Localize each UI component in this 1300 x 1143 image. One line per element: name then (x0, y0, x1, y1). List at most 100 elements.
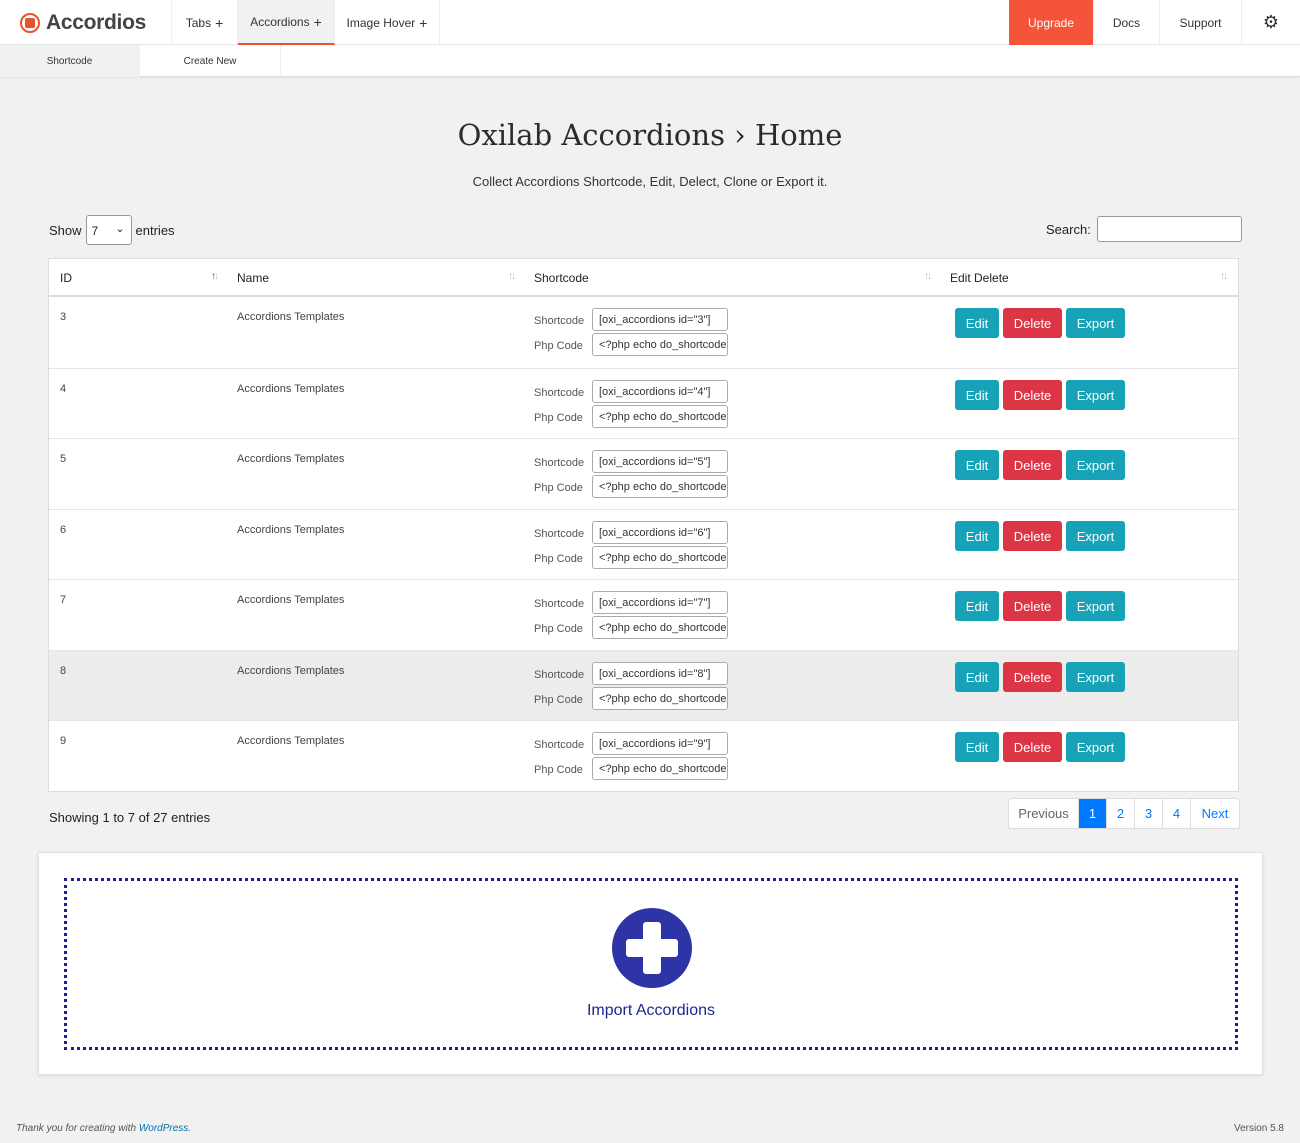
plus-icon: + (419, 14, 428, 31)
php-code-label: Php Code (534, 340, 583, 352)
php-code-field[interactable]: <?php echo do_shortcode (592, 687, 728, 710)
edit-button[interactable]: Edit (955, 450, 999, 480)
php-code-field[interactable]: <?php echo do_shortcode (592, 757, 728, 780)
pagination: Previous 1 2 3 4 Next (1008, 798, 1240, 829)
pagination-previous[interactable]: Previous (1009, 799, 1079, 828)
sort-icon[interactable]: ↑↓ (1220, 271, 1228, 282)
column-header-id[interactable]: ID (60, 259, 72, 297)
nav-image-hover-label: Image Hover (346, 15, 416, 30)
row-name: Accordions Templates (237, 311, 345, 323)
wordpress-link[interactable]: WordPress (139, 1123, 188, 1134)
table-row: 3 Accordions Templates Shortcode [oxi_ac… (49, 297, 1238, 368)
pagination-page-2[interactable]: 2 (1107, 799, 1135, 828)
table-row: 9 Accordions Templates Shortcode [oxi_ac… (49, 720, 1238, 791)
php-code-label: Php Code (534, 553, 583, 565)
delete-button[interactable]: Delete (1003, 380, 1062, 410)
page-title: Oxilab Accordions › Home (457, 118, 843, 152)
subnav-create-new[interactable]: Create New (140, 45, 281, 77)
export-button[interactable]: Export (1066, 450, 1125, 480)
plus-icon: + (313, 13, 322, 30)
edit-button[interactable]: Edit (955, 732, 999, 762)
page-size-select[interactable]: 7 ⌄ (85, 215, 132, 245)
php-code-field[interactable]: <?php echo do_shortcode (592, 546, 728, 569)
nav-image-hover[interactable]: Image Hover + (335, 0, 440, 45)
php-code-field[interactable]: <?php echo do_shortcode (592, 475, 728, 498)
php-code-label: Php Code (534, 694, 583, 706)
edit-button[interactable]: Edit (955, 591, 999, 621)
shortcode-field[interactable]: [oxi_accordions id="6"] (592, 521, 728, 544)
footer-period: . (188, 1123, 192, 1134)
row-id: 9 (60, 735, 67, 747)
table-row: 5 Accordions Templates Shortcode [oxi_ac… (49, 438, 1238, 509)
import-dropzone[interactable]: Import Accordions (64, 878, 1238, 1050)
subnav-shortcode[interactable]: Shortcode (0, 45, 140, 77)
column-header-shortcode[interactable]: Shortcode (534, 259, 589, 297)
gear-icon[interactable]: ⚙ (1242, 0, 1300, 45)
delete-button[interactable]: Delete (1003, 308, 1062, 338)
row-name: Accordions Templates (237, 665, 345, 677)
php-code-label: Php Code (534, 412, 583, 424)
upgrade-button[interactable]: Upgrade (1009, 0, 1094, 45)
edit-button[interactable]: Edit (955, 380, 999, 410)
table-row: 4 Accordions Templates Shortcode [oxi_ac… (49, 368, 1238, 438)
brand[interactable]: Accordios (0, 0, 172, 45)
php-code-label: Php Code (534, 623, 583, 635)
column-header-edit-delete[interactable]: Edit Delete (950, 259, 1009, 297)
page-subtitle: Collect Accordions Shortcode, Edit, Dele… (472, 174, 828, 189)
edit-button[interactable]: Edit (955, 662, 999, 692)
export-button[interactable]: Export (1066, 662, 1125, 692)
pagination-page-4[interactable]: 4 (1163, 799, 1191, 828)
shortcode-label: Shortcode (534, 528, 585, 540)
pagination-next[interactable]: Next (1191, 799, 1239, 828)
delete-button[interactable]: Delete (1003, 521, 1062, 551)
import-panel: Import Accordions (38, 852, 1263, 1075)
pagination-page-1[interactable]: 1 (1079, 799, 1107, 828)
shortcode-field[interactable]: [oxi_accordions id="7"] (592, 591, 728, 614)
column-header-name[interactable]: Name (237, 259, 269, 297)
nav-accordions[interactable]: Accordions + (238, 0, 335, 45)
shortcode-field[interactable]: [oxi_accordions id="5"] (592, 450, 728, 473)
pagination-page-3[interactable]: 3 (1135, 799, 1163, 828)
import-accordions-link[interactable]: Import Accordions (67, 1002, 1235, 1020)
export-button[interactable]: Export (1066, 732, 1125, 762)
shortcode-field[interactable]: [oxi_accordions id="8"] (592, 662, 728, 685)
export-button[interactable]: Export (1066, 308, 1125, 338)
delete-button[interactable]: Delete (1003, 732, 1062, 762)
php-code-field[interactable]: <?php echo do_shortcode (592, 616, 728, 639)
nav-tabs-label: Tabs (185, 15, 212, 30)
top-navbar: Accordios Tabs + Accordions + Image Hover +… (0, 0, 1300, 45)
sort-icon[interactable]: ↑↓ (924, 271, 932, 282)
edit-button[interactable]: Edit (955, 308, 999, 338)
shortcode-label: Shortcode (534, 739, 585, 751)
nav-tabs[interactable]: Tabs + (172, 0, 238, 45)
delete-button[interactable]: Delete (1003, 450, 1062, 480)
sub-navbar: Shortcode Create New (0, 45, 1300, 77)
footer-thanks-text: Thank you for creating with (16, 1123, 137, 1134)
row-name: Accordions Templates (237, 524, 345, 536)
export-button[interactable]: Export (1066, 380, 1125, 410)
row-id: 3 (60, 311, 67, 323)
php-code-field[interactable]: <?php echo do_shortcode (592, 333, 728, 356)
shortcode-field[interactable]: [oxi_accordions id="9"] (592, 732, 728, 755)
delete-button[interactable]: Delete (1003, 662, 1062, 692)
add-circle-icon[interactable] (612, 908, 692, 988)
sort-icon[interactable]: ↑↓ (508, 271, 516, 282)
export-button[interactable]: Export (1066, 521, 1125, 551)
table-row: 6 Accordions Templates Shortcode [oxi_ac… (49, 509, 1238, 579)
table-header: ID ↑↓ Name ↑↓ Shortcode ↑↓ Edit Delete ↑… (49, 259, 1238, 297)
php-code-field[interactable]: <?php echo do_shortcode (592, 405, 728, 428)
edit-button[interactable]: Edit (955, 521, 999, 551)
shortcode-field[interactable]: [oxi_accordions id="4"] (592, 380, 728, 403)
nav-support[interactable]: Support (1160, 0, 1242, 45)
delete-button[interactable]: Delete (1003, 591, 1062, 621)
sort-active-icon[interactable]: ↑↓ (211, 271, 219, 282)
table-row: 8 Accordions Templates Shortcode [oxi_ac… (49, 650, 1238, 720)
table-info: Showing 1 to 7 of 27 entries (49, 810, 211, 825)
shortcode-field[interactable]: [oxi_accordions id="3"] (592, 308, 728, 331)
row-name: Accordions Templates (237, 735, 345, 747)
nav-docs[interactable]: Docs (1094, 0, 1160, 45)
search-input[interactable] (1096, 216, 1242, 242)
php-code-label: Php Code (534, 764, 583, 776)
shortcode-label: Shortcode (534, 387, 585, 399)
export-button[interactable]: Export (1066, 591, 1125, 621)
